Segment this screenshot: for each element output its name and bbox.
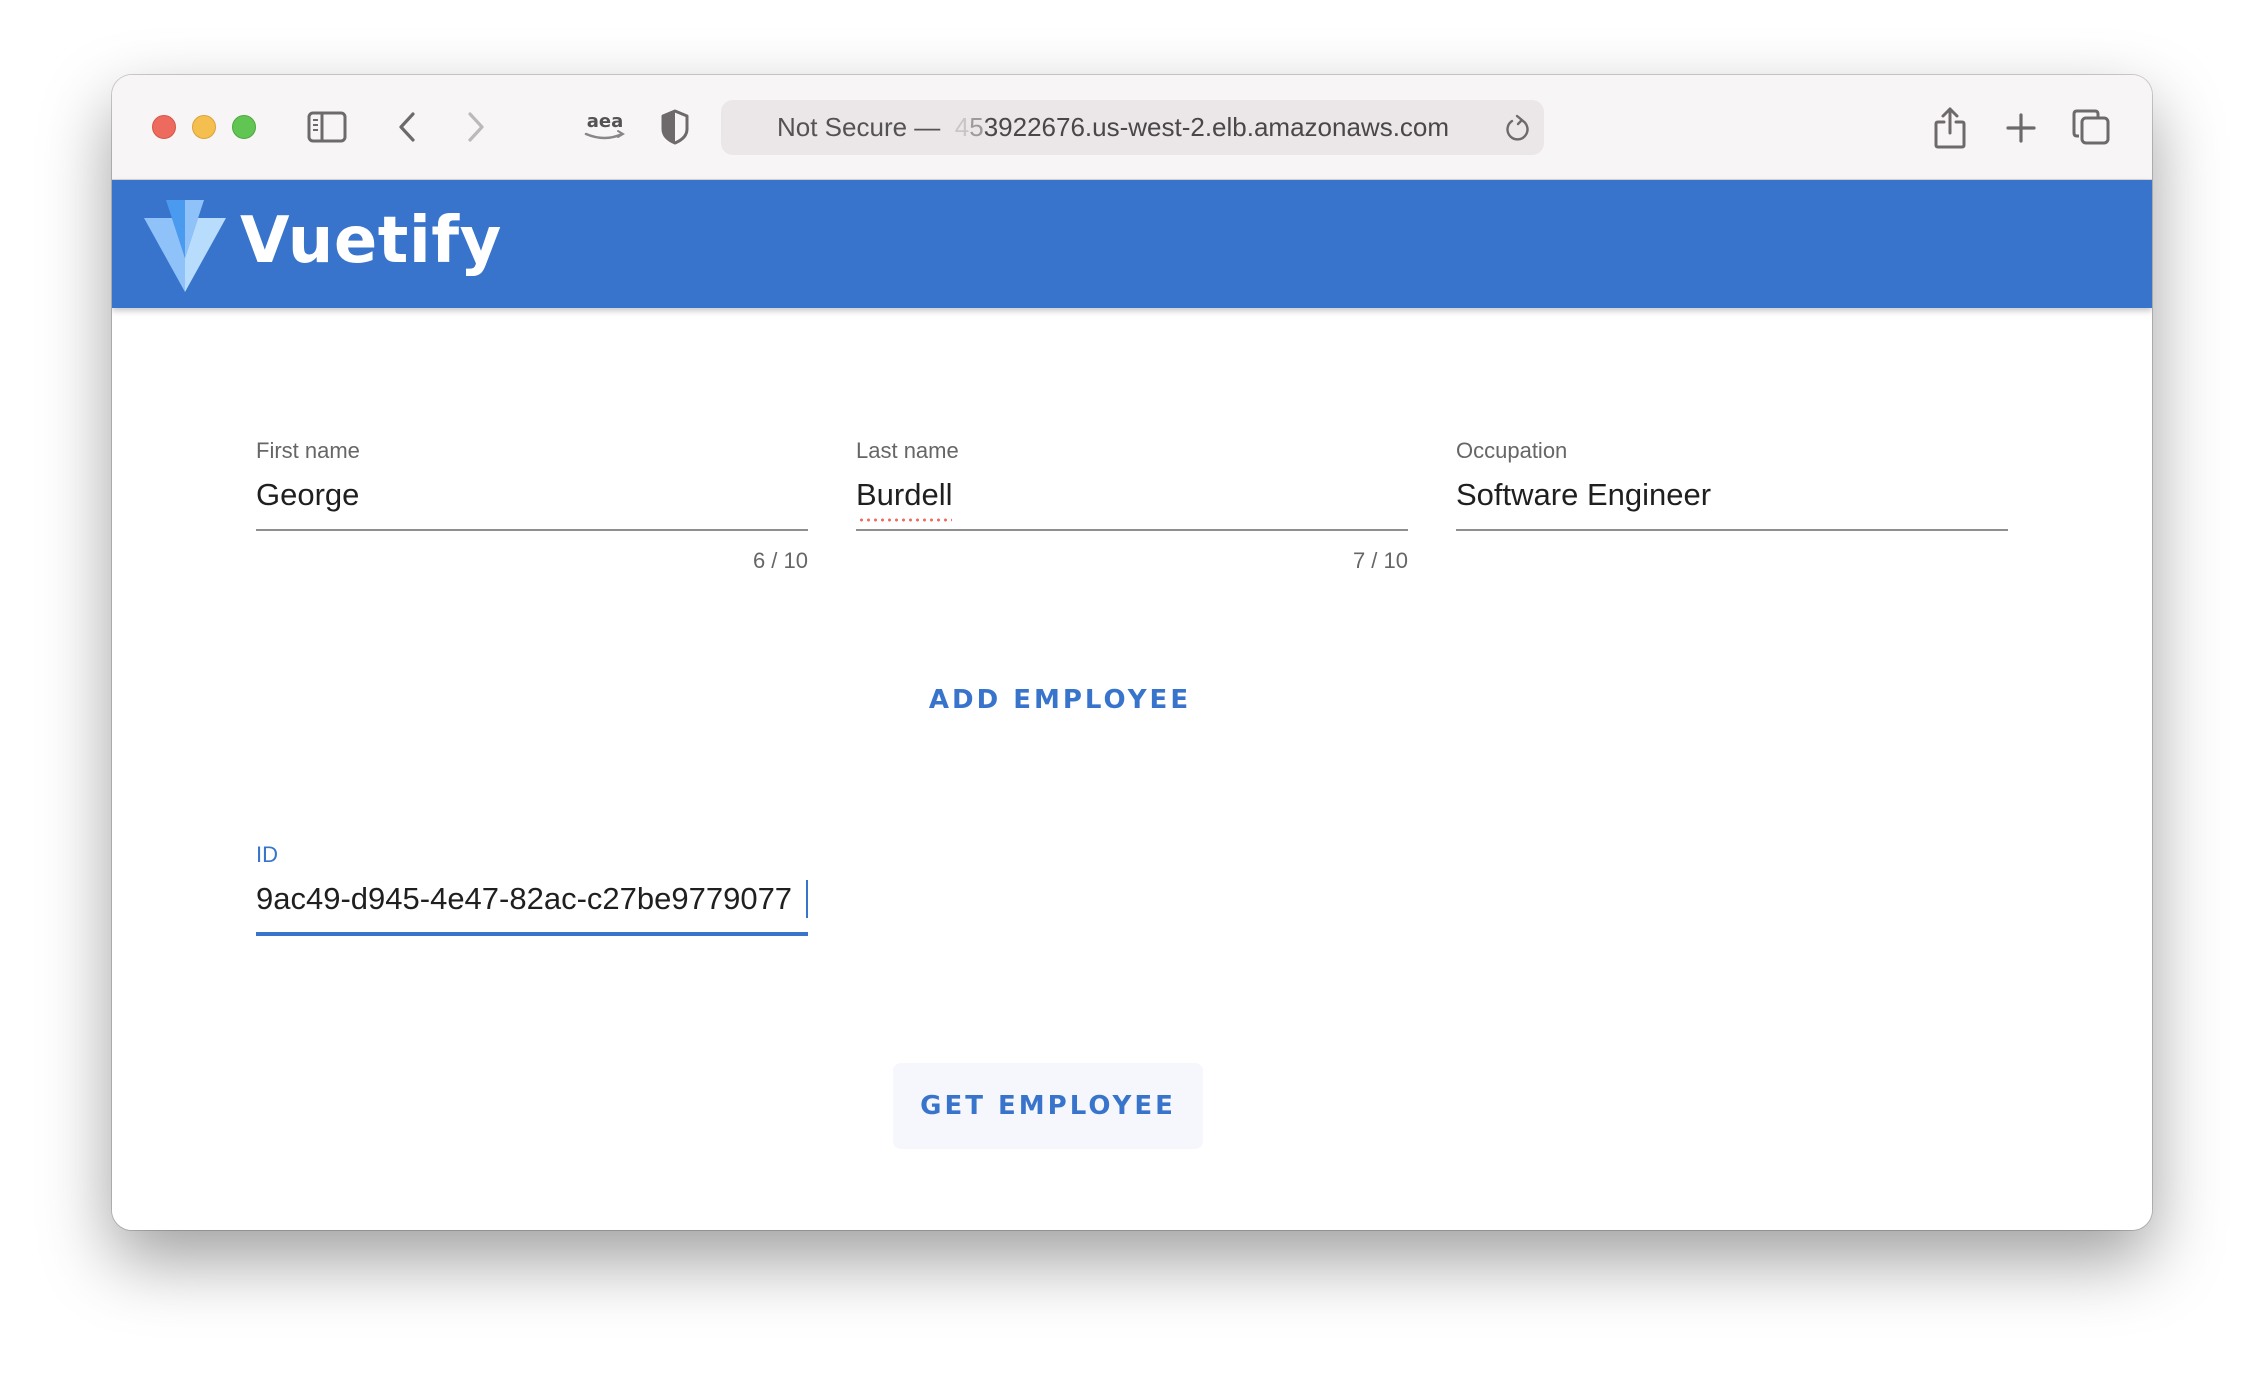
last-name-counter: 7 / 10: [1352, 548, 1408, 573]
zoom-window-button[interactable]: [232, 115, 256, 139]
first-name-counter: 6 / 10: [752, 548, 808, 573]
browser-window: aea Not Secure — 4 5 3922676.us-west-2.e…: [112, 75, 2152, 1230]
id-input[interactable]: [256, 878, 808, 920]
minimize-window-button[interactable]: [192, 115, 216, 139]
add-employee-button[interactable]: ADD EMPLOYEE: [910, 670, 1210, 730]
id-label: ID: [256, 842, 278, 867]
first-name-label: First name: [256, 438, 360, 463]
url-host: 3922676.us-west-2.elb.amazonaws.com: [983, 112, 1450, 142]
first-name-input[interactable]: [256, 474, 808, 516]
last-name-label: Last name: [856, 438, 959, 463]
shield-icon[interactable]: [658, 107, 692, 147]
vuetify-logo-icon: [144, 200, 226, 292]
url-text: Not Secure — 4 5 3922676.us-west-2.elb.a…: [777, 100, 1449, 155]
plus-icon[interactable]: [2002, 109, 2040, 147]
close-window-button[interactable]: [152, 115, 176, 139]
get-employee-button[interactable]: GET EMPLOYEE: [893, 1063, 1203, 1149]
employee-form: First name 6 / 10 Last name 7 / 10 Occup…: [112, 308, 2152, 1230]
chevron-left-icon[interactable]: [392, 107, 422, 147]
share-icon[interactable]: [1930, 105, 1970, 151]
extension-label: aea: [587, 111, 624, 132]
app-title: Vuetify: [240, 204, 502, 278]
occupation-input[interactable]: [1456, 474, 2008, 516]
last-name-input[interactable]: [856, 474, 1408, 516]
reload-icon[interactable]: [1502, 113, 1532, 143]
security-label: Not Secure —: [777, 112, 941, 142]
address-bar[interactable]: Not Secure — 4 5 3922676.us-west-2.elb.a…: [721, 100, 1544, 155]
amazon-extension-icon[interactable]: aea: [580, 109, 630, 145]
spellcheck-underline: [858, 518, 952, 522]
browser-toolbar: aea Not Secure — 4 5 3922676.us-west-2.e…: [112, 75, 2152, 180]
occupation-underline: [1456, 529, 2008, 531]
occupation-label: Occupation: [1456, 438, 1568, 463]
id-underline-focused: [256, 932, 808, 936]
text-caret: [806, 880, 808, 918]
last-name-underline: [856, 529, 1408, 531]
chevron-right-icon[interactable]: [461, 107, 491, 147]
url-fade-1: 4: [954, 112, 970, 142]
tabs-icon[interactable]: [2070, 107, 2112, 147]
app-bar: Vuetify: [112, 180, 2152, 308]
sidebar-icon[interactable]: [306, 109, 348, 145]
first-name-underline: [256, 529, 808, 531]
url-fade-2: 5: [969, 112, 984, 142]
